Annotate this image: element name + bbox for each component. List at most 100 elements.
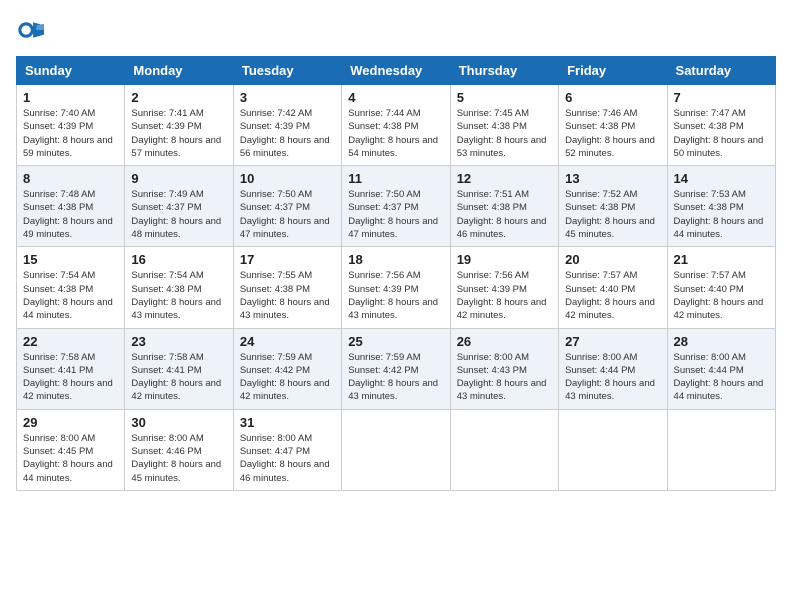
- day-number: 24: [240, 334, 335, 349]
- logo: [16, 16, 48, 44]
- day-cell-4: 4 Sunrise: 7:44 AM Sunset: 4:38 PM Dayli…: [342, 85, 450, 166]
- day-cell-7: 7 Sunrise: 7:47 AM Sunset: 4:38 PM Dayli…: [667, 85, 775, 166]
- daylight-text: Daylight: 8 hours and 43 minutes.: [348, 378, 438, 402]
- sunset-text: Sunset: 4:37 PM: [348, 202, 418, 213]
- day-info: Sunrise: 7:49 AM Sunset: 4:37 PM Dayligh…: [131, 188, 226, 241]
- day-cell-8: 8 Sunrise: 7:48 AM Sunset: 4:38 PM Dayli…: [17, 166, 125, 247]
- day-number: 9: [131, 171, 226, 186]
- day-info: Sunrise: 8:00 AM Sunset: 4:43 PM Dayligh…: [457, 351, 552, 404]
- day-info: Sunrise: 7:40 AM Sunset: 4:39 PM Dayligh…: [23, 107, 118, 160]
- day-cell-9: 9 Sunrise: 7:49 AM Sunset: 4:37 PM Dayli…: [125, 166, 233, 247]
- daylight-text: Daylight: 8 hours and 53 minutes.: [457, 135, 547, 159]
- sunrise-text: Sunrise: 7:58 AM: [131, 352, 203, 363]
- daylight-text: Daylight: 8 hours and 43 minutes.: [457, 378, 547, 402]
- weekday-header-wednesday: Wednesday: [342, 57, 450, 85]
- weekday-header-thursday: Thursday: [450, 57, 558, 85]
- sunset-text: Sunset: 4:38 PM: [565, 202, 635, 213]
- day-info: Sunrise: 7:58 AM Sunset: 4:41 PM Dayligh…: [23, 351, 118, 404]
- daylight-text: Daylight: 8 hours and 48 minutes.: [131, 216, 221, 240]
- sunrise-text: Sunrise: 8:00 AM: [674, 352, 746, 363]
- day-number: 27: [565, 334, 660, 349]
- sunrise-text: Sunrise: 8:00 AM: [565, 352, 637, 363]
- daylight-text: Daylight: 8 hours and 42 minutes.: [240, 378, 330, 402]
- sunset-text: Sunset: 4:37 PM: [240, 202, 310, 213]
- day-info: Sunrise: 7:46 AM Sunset: 4:38 PM Dayligh…: [565, 107, 660, 160]
- day-number: 10: [240, 171, 335, 186]
- sunrise-text: Sunrise: 7:53 AM: [674, 189, 746, 200]
- day-info: Sunrise: 7:48 AM Sunset: 4:38 PM Dayligh…: [23, 188, 118, 241]
- sunset-text: Sunset: 4:38 PM: [131, 284, 201, 295]
- day-number: 14: [674, 171, 769, 186]
- day-info: Sunrise: 7:44 AM Sunset: 4:38 PM Dayligh…: [348, 107, 443, 160]
- sunrise-text: Sunrise: 7:47 AM: [674, 108, 746, 119]
- daylight-text: Daylight: 8 hours and 43 minutes.: [240, 297, 330, 321]
- sunrise-text: Sunrise: 7:44 AM: [348, 108, 420, 119]
- day-number: 3: [240, 90, 335, 105]
- daylight-text: Daylight: 8 hours and 42 minutes.: [457, 297, 547, 321]
- day-info: Sunrise: 7:54 AM Sunset: 4:38 PM Dayligh…: [23, 269, 118, 322]
- sunrise-text: Sunrise: 7:45 AM: [457, 108, 529, 119]
- day-cell-24: 24 Sunrise: 7:59 AM Sunset: 4:42 PM Dayl…: [233, 328, 341, 409]
- day-number: 8: [23, 171, 118, 186]
- day-info: Sunrise: 7:54 AM Sunset: 4:38 PM Dayligh…: [131, 269, 226, 322]
- calendar-week-row: 8 Sunrise: 7:48 AM Sunset: 4:38 PM Dayli…: [17, 166, 776, 247]
- daylight-text: Daylight: 8 hours and 44 minutes.: [23, 297, 113, 321]
- sunrise-text: Sunrise: 7:56 AM: [457, 270, 529, 281]
- sunrise-text: Sunrise: 8:00 AM: [240, 433, 312, 444]
- day-cell-31: 31 Sunrise: 8:00 AM Sunset: 4:47 PM Dayl…: [233, 409, 341, 490]
- day-cell-19: 19 Sunrise: 7:56 AM Sunset: 4:39 PM Dayl…: [450, 247, 558, 328]
- day-cell-5: 5 Sunrise: 7:45 AM Sunset: 4:38 PM Dayli…: [450, 85, 558, 166]
- sunrise-text: Sunrise: 7:41 AM: [131, 108, 203, 119]
- day-number: 2: [131, 90, 226, 105]
- calendar-header-row: SundayMondayTuesdayWednesdayThursdayFrid…: [17, 57, 776, 85]
- day-cell-25: 25 Sunrise: 7:59 AM Sunset: 4:42 PM Dayl…: [342, 328, 450, 409]
- day-number: 30: [131, 415, 226, 430]
- sunset-text: Sunset: 4:39 PM: [348, 284, 418, 295]
- day-info: Sunrise: 7:51 AM Sunset: 4:38 PM Dayligh…: [457, 188, 552, 241]
- daylight-text: Daylight: 8 hours and 50 minutes.: [674, 135, 764, 159]
- sunset-text: Sunset: 4:38 PM: [674, 121, 744, 132]
- empty-day-cell: [342, 409, 450, 490]
- sunrise-text: Sunrise: 8:00 AM: [23, 433, 95, 444]
- day-cell-13: 13 Sunrise: 7:52 AM Sunset: 4:38 PM Dayl…: [559, 166, 667, 247]
- day-number: 12: [457, 171, 552, 186]
- day-number: 16: [131, 252, 226, 267]
- sunset-text: Sunset: 4:37 PM: [131, 202, 201, 213]
- day-number: 28: [674, 334, 769, 349]
- daylight-text: Daylight: 8 hours and 44 minutes.: [23, 459, 113, 483]
- sunset-text: Sunset: 4:40 PM: [565, 284, 635, 295]
- day-info: Sunrise: 7:53 AM Sunset: 4:38 PM Dayligh…: [674, 188, 769, 241]
- day-info: Sunrise: 7:59 AM Sunset: 4:42 PM Dayligh…: [240, 351, 335, 404]
- sunset-text: Sunset: 4:39 PM: [240, 121, 310, 132]
- day-info: Sunrise: 7:59 AM Sunset: 4:42 PM Dayligh…: [348, 351, 443, 404]
- daylight-text: Daylight: 8 hours and 43 minutes.: [131, 297, 221, 321]
- daylight-text: Daylight: 8 hours and 47 minutes.: [348, 216, 438, 240]
- sunset-text: Sunset: 4:40 PM: [674, 284, 744, 295]
- sunset-text: Sunset: 4:41 PM: [131, 365, 201, 376]
- sunrise-text: Sunrise: 7:57 AM: [565, 270, 637, 281]
- daylight-text: Daylight: 8 hours and 46 minutes.: [457, 216, 547, 240]
- sunrise-text: Sunrise: 7:55 AM: [240, 270, 312, 281]
- day-number: 5: [457, 90, 552, 105]
- daylight-text: Daylight: 8 hours and 59 minutes.: [23, 135, 113, 159]
- day-info: Sunrise: 8:00 AM Sunset: 4:44 PM Dayligh…: [565, 351, 660, 404]
- day-info: Sunrise: 7:57 AM Sunset: 4:40 PM Dayligh…: [565, 269, 660, 322]
- calendar-week-row: 29 Sunrise: 8:00 AM Sunset: 4:45 PM Dayl…: [17, 409, 776, 490]
- day-number: 17: [240, 252, 335, 267]
- day-number: 15: [23, 252, 118, 267]
- day-info: Sunrise: 8:00 AM Sunset: 4:47 PM Dayligh…: [240, 432, 335, 485]
- sunset-text: Sunset: 4:41 PM: [23, 365, 93, 376]
- calendar-week-row: 22 Sunrise: 7:58 AM Sunset: 4:41 PM Dayl…: [17, 328, 776, 409]
- day-info: Sunrise: 7:57 AM Sunset: 4:40 PM Dayligh…: [674, 269, 769, 322]
- day-info: Sunrise: 7:56 AM Sunset: 4:39 PM Dayligh…: [348, 269, 443, 322]
- day-info: Sunrise: 7:56 AM Sunset: 4:39 PM Dayligh…: [457, 269, 552, 322]
- sunrise-text: Sunrise: 7:40 AM: [23, 108, 95, 119]
- day-info: Sunrise: 8:00 AM Sunset: 4:45 PM Dayligh…: [23, 432, 118, 485]
- daylight-text: Daylight: 8 hours and 45 minutes.: [131, 459, 221, 483]
- day-number: 20: [565, 252, 660, 267]
- day-number: 6: [565, 90, 660, 105]
- sunset-text: Sunset: 4:38 PM: [457, 202, 527, 213]
- sunset-text: Sunset: 4:39 PM: [23, 121, 93, 132]
- sunrise-text: Sunrise: 7:59 AM: [348, 352, 420, 363]
- sunset-text: Sunset: 4:42 PM: [348, 365, 418, 376]
